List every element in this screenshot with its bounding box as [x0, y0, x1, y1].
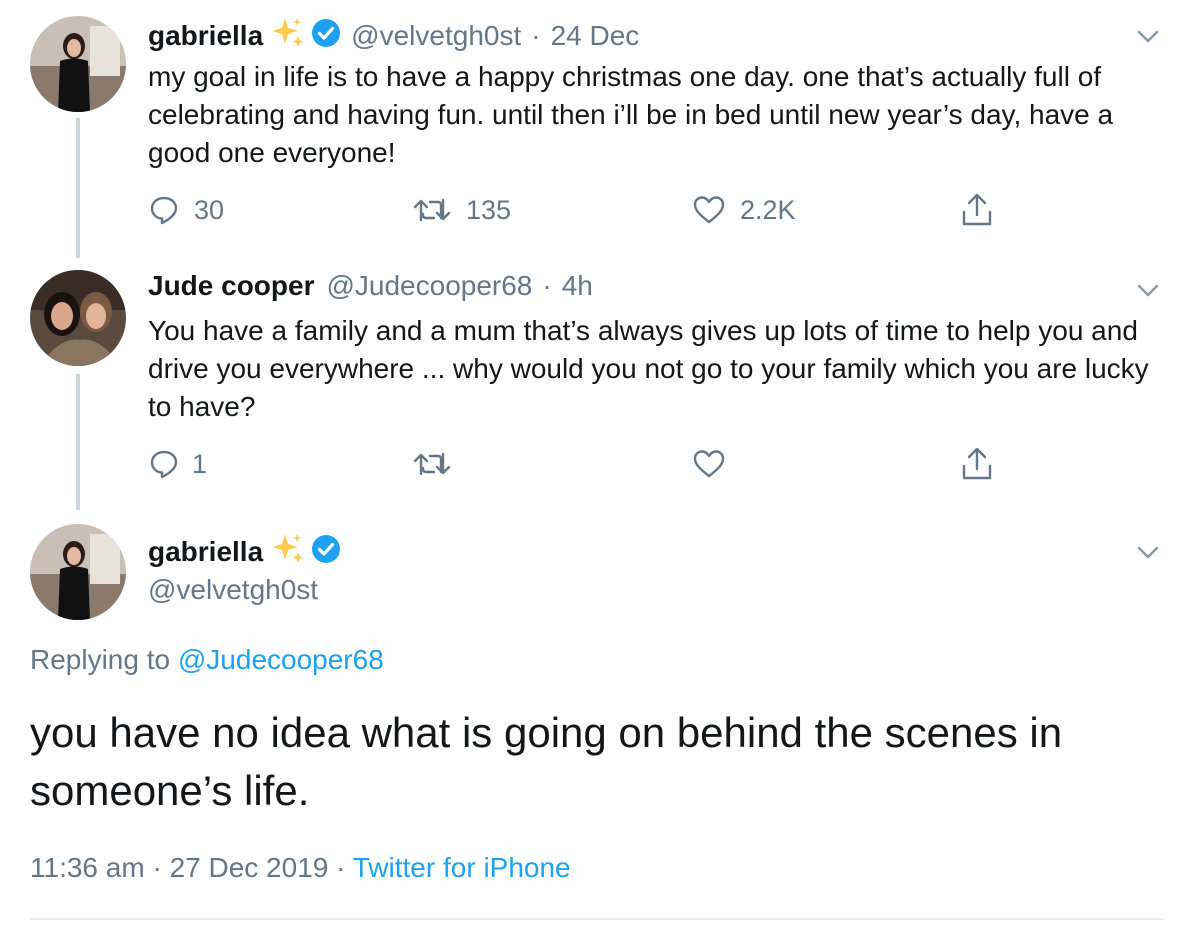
tweet-meta: 11:36 am · 27 Dec 2019 · Twitter for iPh…	[30, 852, 571, 884]
separator: ·	[336, 852, 346, 883]
divider	[30, 918, 1164, 920]
display-name[interactable]: gabriella	[148, 20, 263, 52]
heart-icon	[693, 450, 725, 478]
reply-count: 1	[192, 448, 208, 479]
reply-icon	[150, 196, 178, 225]
handle[interactable]: @Judecooper68	[326, 270, 532, 302]
reply-button[interactable]: 1	[148, 444, 207, 484]
chevron-down-icon[interactable]	[1134, 538, 1162, 566]
share-button[interactable]	[960, 190, 994, 230]
like-button[interactable]	[692, 444, 740, 484]
tweet-1-actions: 30 135 2.2K	[148, 190, 1008, 230]
avatar-gabriella[interactable]	[30, 16, 126, 112]
tweet-text: You have a family and a mum that’s alway…	[148, 315, 1149, 422]
verified-badge-icon	[311, 18, 341, 53]
thread-line	[76, 374, 80, 510]
separator: ·	[152, 852, 162, 883]
handle[interactable]: @velvetgh0st	[351, 20, 521, 52]
avatar-jude-cooper[interactable]	[30, 270, 126, 366]
timestamp[interactable]: 4h	[562, 270, 593, 302]
retweet-button[interactable]: 135	[412, 190, 511, 230]
share-icon	[962, 447, 992, 480]
replying-prefix: Replying to	[30, 644, 171, 675]
mention-link[interactable]: @Judecooper68	[178, 644, 384, 675]
like-button[interactable]: 2.2K	[692, 190, 796, 230]
display-name[interactable]: Jude cooper	[148, 270, 314, 302]
tweet-1-header: gabriella @velvetgh0st · 24 Dec	[148, 16, 1162, 56]
share-icon	[962, 193, 992, 226]
retweet-button[interactable]	[412, 444, 466, 484]
avatar-gabriella[interactable]	[30, 524, 126, 620]
display-name[interactable]: gabriella	[148, 536, 263, 568]
like-count: 2.2K	[740, 194, 796, 225]
tweet-2-actions: 1	[148, 444, 1008, 484]
main-tweet-text: you have no idea what is going on behind…	[30, 709, 1063, 814]
timestamp[interactable]: 24 Dec	[551, 20, 640, 52]
tweet-2-header: Jude cooper @Judecooper68 · 4h	[148, 270, 1162, 310]
separator: ·	[542, 270, 552, 301]
retweet-count: 135	[466, 194, 512, 225]
retweet-icon	[413, 198, 451, 222]
verified-badge-icon	[311, 534, 341, 569]
separator: ·	[531, 19, 541, 51]
thread-line	[76, 118, 80, 258]
main-tweet-header: gabriella @velvetgh0st	[148, 532, 1162, 612]
chevron-down-icon[interactable]	[1134, 22, 1162, 50]
heart-icon	[693, 196, 725, 224]
tweet-source[interactable]: Twitter for iPhone	[353, 852, 571, 883]
tweet-date[interactable]: 27 Dec 2019	[170, 852, 329, 883]
chevron-down-icon[interactable]	[1134, 276, 1162, 304]
sparkles-icon	[271, 532, 305, 571]
retweet-icon	[413, 452, 451, 476]
handle[interactable]: @velvetgh0st	[148, 574, 318, 606]
replying-to: Replying to @Judecooper68	[30, 644, 384, 676]
reply-icon	[150, 450, 178, 479]
tweet-time[interactable]: 11:36 am	[30, 852, 145, 883]
sparkles-icon	[271, 16, 305, 55]
tweet-text: my goal in life is to have a happy chris…	[148, 61, 1114, 168]
share-button[interactable]	[960, 444, 994, 484]
reply-count: 30	[194, 194, 225, 225]
reply-button[interactable]: 30	[148, 190, 224, 230]
